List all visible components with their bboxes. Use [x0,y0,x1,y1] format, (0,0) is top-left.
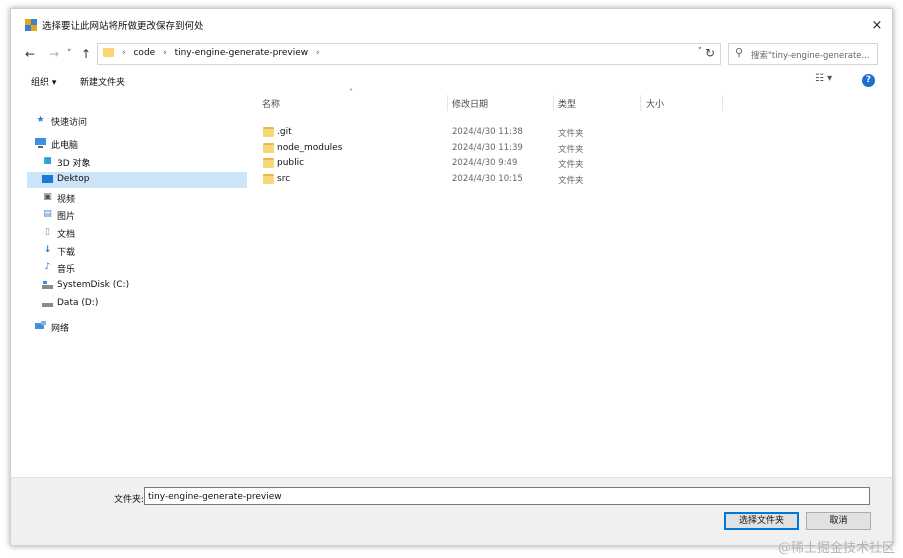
address-bar[interactable]: › code › tiny-engine-generate-preview › … [97,43,721,65]
sidebar-item-3d-objects[interactable]: ■ 3D 对象 [27,154,246,170]
breadcrumb-item-code[interactable]: code [133,48,155,58]
folder-icon [263,127,274,137]
file-list: ˄ 名称 修改日期 类型 大小 .git 2024/4/30 11:38 文件夹… [253,88,892,477]
sidebar-item-downloads[interactable]: ↓ 下载 [27,243,246,259]
forward-button[interactable]: → [49,47,59,61]
sidebar-item-videos[interactable]: ▣ 视频 [27,190,246,206]
folder-name-label: 文件夹: [114,495,145,505]
sidebar-item-network[interactable]: 网络 [27,319,246,335]
download-icon: ↓ [43,245,52,255]
sidebar-item-quick-access[interactable]: ★ 快速访问 [27,113,246,129]
drive-icon [42,280,53,290]
dialog-footer: 文件夹: tiny-engine-generate-preview 选择文件夹 … [11,477,892,545]
select-folder-button[interactable]: 选择文件夹 [724,512,799,530]
close-button[interactable]: × [868,17,886,35]
search-placeholder: 搜索"tiny-engine-generate... [751,51,870,61]
up-button[interactable]: ↑ [81,47,91,61]
column-header-type[interactable]: 类型 [558,97,576,110]
search-input[interactable]: ⚲ 搜索"tiny-engine-generate... [728,43,878,65]
sort-ascending-icon: ˄ [349,88,353,97]
command-bar: 组织 ▾ 新建文件夹 ☷ ▾ ? [11,69,892,93]
refresh-button[interactable]: ↻ [700,43,720,63]
window-title: 选择要让此网站将所做更改保存到何处 [42,21,204,32]
column-header-date[interactable]: 修改日期 [452,97,488,110]
search-icon: ⚲ [735,46,744,59]
sidebar-item-data-disk[interactable]: Data (D:) [27,296,246,312]
cancel-button[interactable]: 取消 [806,512,871,530]
table-row[interactable]: public 2024/4/30 9:49 文件夹 [263,156,883,171]
drive-icon [42,298,53,308]
computer-icon [35,138,46,148]
star-icon: ★ [36,115,45,125]
sidebar-item-desktop[interactable]: Dektop [27,172,247,188]
help-icon[interactable]: ? [862,74,875,87]
watermark: @稀土掘金技术社区 [777,541,895,556]
address-row: ← → ˅ ↑ › code › tiny-engine-generate-pr… [11,39,892,69]
title-bar: 选择要让此网站将所做更改保存到何处 × [11,9,892,39]
back-button[interactable]: ← [25,47,35,61]
sidebar-item-system-disk[interactable]: SystemDisk (C:) [27,278,246,294]
column-header-size[interactable]: 大小 [646,97,664,110]
recent-locations-button[interactable]: ˅ [67,47,72,61]
folder-icon [263,174,274,184]
desktop-icon [42,174,53,184]
sidebar-item-this-pc[interactable]: 此电脑 [27,136,246,152]
network-icon [35,321,46,331]
sidebar-item-pictures[interactable]: ▤ 图片 [27,207,246,223]
breadcrumb-item-project[interactable]: tiny-engine-generate-preview [175,48,309,58]
navigation-pane: ★ 快速访问 此电脑 ■ 3D 对象 Dektop ▣ 视频 ▤ 图片 ▯ 文档… [11,93,248,477]
organize-button[interactable]: 组织 ▾ [31,75,56,88]
app-icon [25,19,37,31]
folder-icon [263,158,274,168]
view-options-button[interactable]: ☷ ▾ [815,73,832,84]
folder-icon [263,143,274,153]
folder-icon [103,48,114,57]
new-folder-button[interactable]: 新建文件夹 [80,75,125,88]
table-row[interactable]: src 2024/4/30 10:15 文件夹 [263,172,883,187]
file-dialog: 选择要让此网站将所做更改保存到何处 × ← → ˅ ↑ › code › tin… [10,8,893,546]
document-icon: ▯ [45,227,50,237]
picture-icon: ▤ [43,209,52,219]
table-row[interactable]: node_modules 2024/4/30 11:39 文件夹 [263,141,883,156]
music-icon: ♪ [44,262,51,272]
video-icon: ▣ [43,192,52,202]
table-row[interactable]: .git 2024/4/30 11:38 文件夹 [263,125,883,140]
cube-icon: ■ [43,156,52,166]
folder-name-field[interactable]: tiny-engine-generate-preview [144,487,870,505]
breadcrumb: › code › tiny-engine-generate-preview › [122,48,320,58]
sidebar-item-music[interactable]: ♪ 音乐 [27,260,246,276]
sidebar-item-documents[interactable]: ▯ 文档 [27,225,246,241]
column-header-name[interactable]: 名称 [262,97,280,110]
